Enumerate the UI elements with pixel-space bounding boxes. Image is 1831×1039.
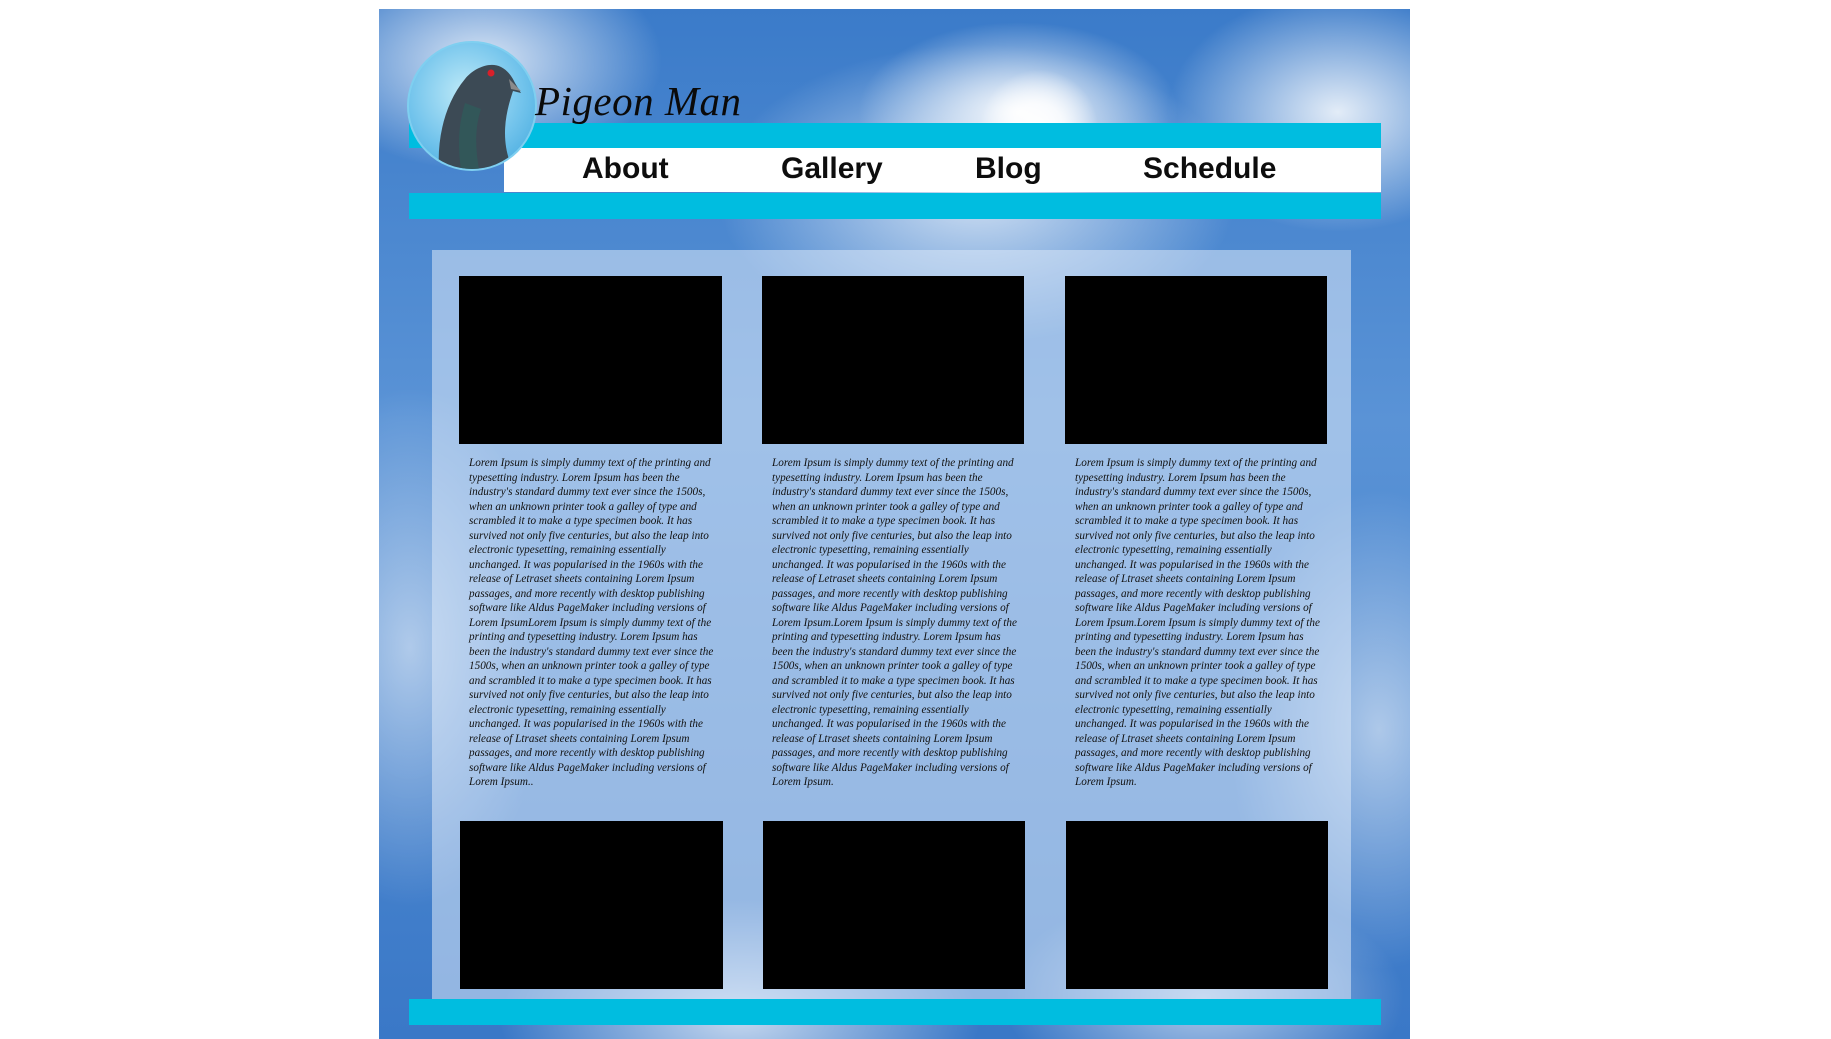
post-text-1: Lorem Ipsum is simply dummy text of the … [469, 457, 714, 788]
header-bar-bottom [409, 193, 1381, 219]
nav-blog[interactable]: Blog [975, 149, 1042, 189]
header-bar-top [409, 123, 1381, 148]
content-panel: Lorem Ipsum is simply dummy text of the … [432, 250, 1351, 1010]
post-thumbnail-6[interactable] [1066, 821, 1328, 989]
nav-about[interactable]: About [582, 149, 669, 189]
footer-bar [409, 999, 1381, 1025]
post-thumbnail-2[interactable] [762, 276, 1024, 444]
post-text-3: Lorem Ipsum is simply dummy text of the … [1075, 457, 1320, 788]
nav-gallery[interactable]: Gallery [781, 149, 883, 189]
site-title[interactable]: Pigeon Man [535, 77, 742, 125]
post-text-2: Lorem Ipsum is simply dummy text of the … [772, 457, 1017, 788]
post-thumbnail-4[interactable] [460, 821, 723, 989]
post-thumbnail-3[interactable] [1065, 276, 1327, 444]
nav-schedule[interactable]: Schedule [1143, 149, 1276, 189]
post-thumbnail-1[interactable] [459, 276, 722, 444]
pigeon-logo-icon[interactable] [407, 41, 537, 171]
post-thumbnail-5[interactable] [763, 821, 1025, 989]
page-background: Pigeon Man About Gallery Blog Schedule L… [379, 9, 1410, 1039]
